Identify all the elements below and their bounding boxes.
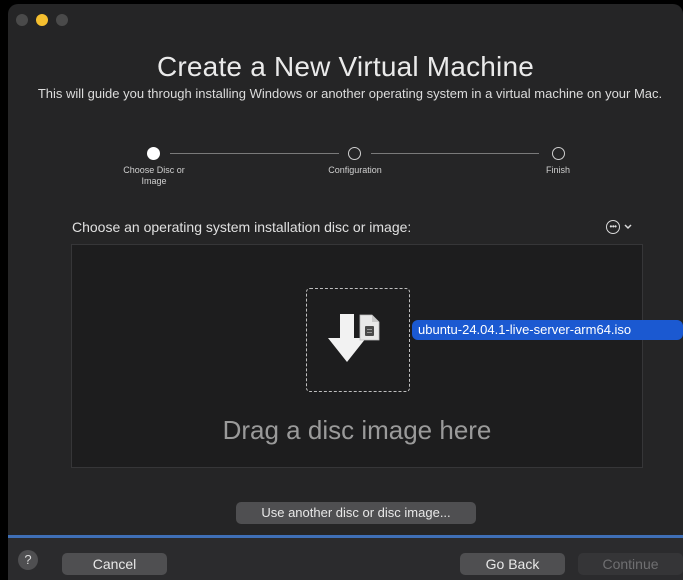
step-connector	[170, 153, 339, 154]
choose-os-label: Choose an operating system installation …	[72, 219, 412, 235]
go-back-button[interactable]: Go Back	[460, 553, 565, 575]
drag-disc-image-hint: Drag a disc image here	[222, 415, 492, 445]
step-2-label: Configuration	[328, 165, 382, 175]
chevron-down-icon	[624, 224, 632, 230]
iso-filename-label[interactable]: ubuntu-24.04.1-live-server-arm64.iso	[412, 320, 683, 340]
footer-bar: ? Cancel Go Back Continue	[8, 538, 683, 580]
step-1-indicator	[147, 147, 160, 160]
zoom-window-button[interactable]	[56, 14, 68, 26]
window-controls	[16, 14, 68, 26]
page-subtitle: This will guide you through installing W…	[37, 86, 663, 101]
options-menu-button[interactable]: •••	[606, 220, 632, 234]
step-3-label: Finish	[545, 165, 570, 175]
minimize-window-button[interactable]	[36, 14, 48, 26]
ellipsis-circle-icon: •••	[606, 220, 620, 234]
step-1-label: Choose Disc or Image	[123, 165, 185, 186]
step-connector	[371, 153, 539, 154]
cancel-button[interactable]: Cancel	[62, 553, 167, 575]
disc-image-drop-zone[interactable]: Drag a disc image here	[71, 244, 643, 468]
step-2-indicator	[348, 147, 361, 160]
close-window-button[interactable]	[16, 14, 28, 26]
download-arrow-icon	[328, 314, 380, 362]
vm-wizard-window: Create a New Virtual Machine This will g…	[8, 4, 683, 580]
step-3-indicator	[552, 147, 565, 160]
drop-target-box	[306, 288, 410, 392]
help-button[interactable]: ?	[18, 550, 38, 570]
use-another-disc-button[interactable]: Use another disc or disc image...	[236, 502, 476, 524]
page-title: Create a New Virtual Machine	[156, 51, 535, 82]
disc-image-file-icon	[359, 314, 380, 341]
step-indicator: Choose Disc or Image Configuration Finis…	[8, 144, 683, 194]
continue-button[interactable]: Continue	[578, 553, 683, 575]
